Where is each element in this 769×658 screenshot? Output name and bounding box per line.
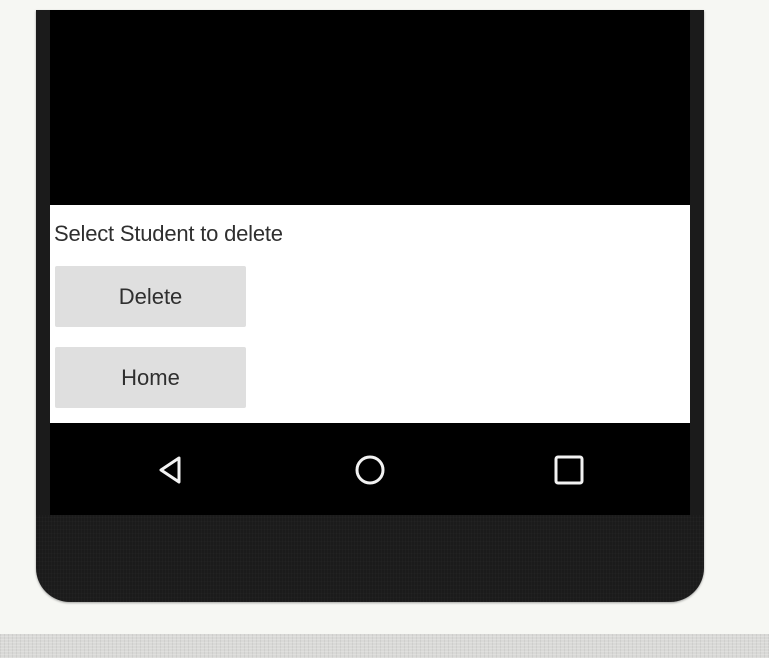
back-navigation-button[interactable] (150, 452, 190, 488)
android-navigation-bar (50, 423, 690, 515)
screen-top-black-area (50, 10, 690, 205)
home-navigation-button[interactable] (350, 452, 390, 488)
recent-apps-button[interactable] (549, 452, 589, 488)
page-bottom-strip (0, 634, 769, 658)
android-device-frame: Select Student to delete Delete Home (36, 10, 704, 602)
recent-apps-square-icon (554, 455, 584, 485)
delete-button[interactable]: Delete (55, 266, 246, 327)
home-circle-icon (355, 455, 385, 485)
back-triangle-icon (159, 456, 181, 484)
home-button[interactable]: Home (55, 347, 246, 408)
instruction-label: Select Student to delete (54, 221, 283, 246)
delete-student-screen: Select Student to delete Delete Home (50, 205, 690, 423)
